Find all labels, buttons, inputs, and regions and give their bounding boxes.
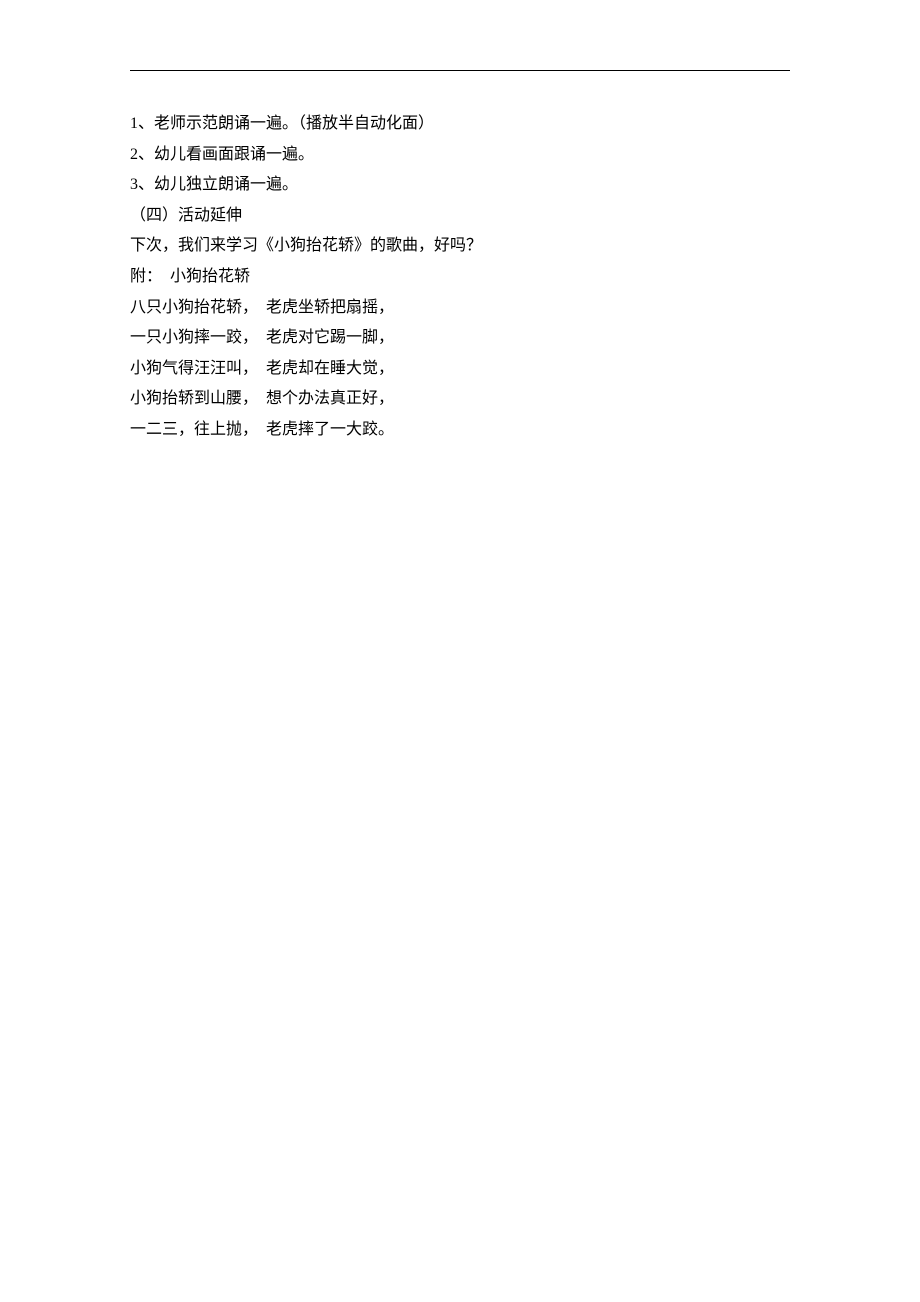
text-line: 一二三，往上抛， 老虎摔了一大跤。 [130, 417, 790, 443]
text-line: 小狗气得汪汪叫， 老虎却在睡大觉， [130, 356, 790, 382]
header-divider [130, 70, 790, 71]
text-line: 1、老师示范朗诵一遍。（播放半自动化面） [130, 111, 790, 137]
text-line: 八只小狗抬花轿， 老虎坐轿把扇摇， [130, 295, 790, 321]
text-line: （四）活动延伸 [130, 203, 790, 229]
document-page: 1、老师示范朗诵一遍。（播放半自动化面） 2、幼儿看画面跟诵一遍。 3、幼儿独立… [0, 0, 920, 443]
text-line: 附： 小狗抬花轿 [130, 264, 790, 290]
text-line: 2、幼儿看画面跟诵一遍。 [130, 142, 790, 168]
text-line: 一只小狗摔一跤， 老虎对它踢一脚， [130, 325, 790, 351]
text-line: 下次，我们来学习《小狗抬花轿》的歌曲，好吗？ [130, 233, 790, 259]
text-line: 3、幼儿独立朗诵一遍。 [130, 172, 790, 198]
document-content: 1、老师示范朗诵一遍。（播放半自动化面） 2、幼儿看画面跟诵一遍。 3、幼儿独立… [130, 111, 790, 443]
text-line: 小狗抬轿到山腰， 想个办法真正好， [130, 386, 790, 412]
